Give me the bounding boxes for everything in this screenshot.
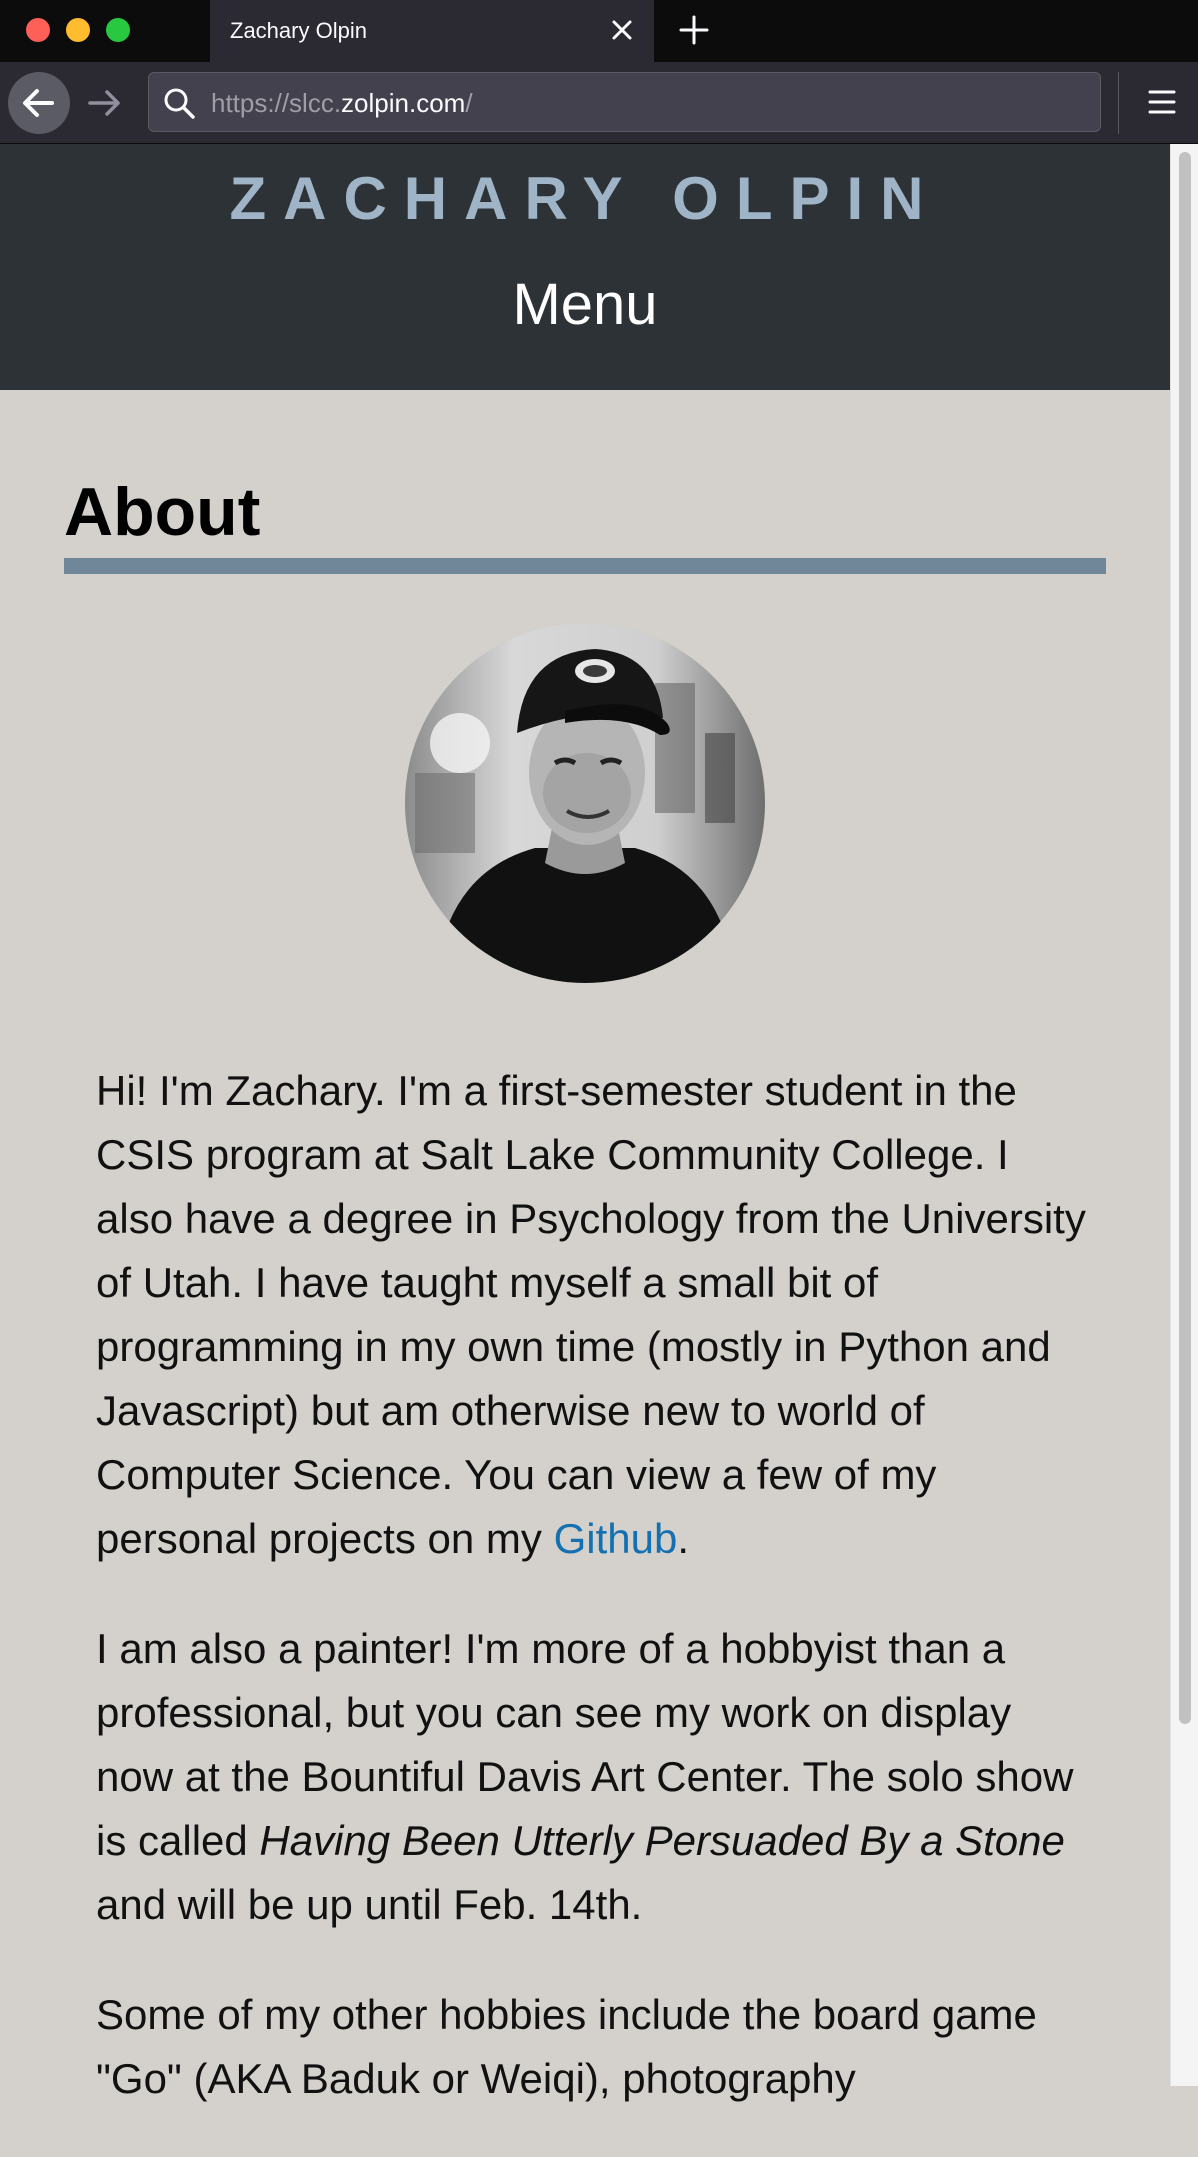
paragraph-text: Some of my other hobbies include the boa… — [96, 1991, 1037, 2102]
scrollbar-thumb[interactable] — [1179, 152, 1191, 1724]
site-title[interactable]: ZACHARY OLPIN — [0, 164, 1170, 234]
url-scheme: https://slcc. — [211, 88, 342, 118]
forward-arrow-icon[interactable] — [80, 72, 132, 134]
about-paragraph-1: Hi! I'm Zachary. I'm a first-semester st… — [96, 1059, 1092, 1571]
window-minimize-button[interactable] — [66, 18, 90, 42]
about-paragraph-3: Some of my other hobbies include the boa… — [96, 1983, 1092, 2111]
hamburger-menu-icon[interactable] — [1144, 82, 1180, 122]
site-header: ZACHARY OLPIN Menu — [0, 144, 1170, 390]
address-bar[interactable]: https://slcc.zolpin.com/ — [148, 72, 1101, 132]
profile-photo — [405, 623, 765, 983]
window-close-button[interactable] — [26, 18, 50, 42]
page-scrollbar[interactable] — [1170, 144, 1198, 2086]
browser-tab-bar: Zachary Olpin — [0, 0, 1198, 62]
about-heading: About — [64, 474, 261, 550]
back-arrow-icon[interactable] — [8, 72, 70, 134]
url-domain: zolpin.com — [341, 88, 466, 118]
paragraph-text: Hi! I'm Zachary. I'm a first-semester st… — [96, 1067, 1086, 1562]
menu-button[interactable]: Menu — [0, 272, 1170, 338]
url-text[interactable]: https://slcc.zolpin.com/ — [211, 88, 473, 118]
about-paragraph-2: I am also a painter! I'm more of a hobby… — [96, 1617, 1092, 1937]
close-icon[interactable] — [606, 14, 638, 46]
url-path: / — [465, 88, 473, 118]
window-zoom-button[interactable] — [106, 18, 130, 42]
paragraph-end: . — [677, 1515, 689, 1562]
browser-toolbar: https://slcc.zolpin.com/ — [0, 62, 1198, 144]
tab-zachary-olpin[interactable]: Zachary Olpin — [210, 0, 654, 62]
show-title: Having Been Utterly Persuaded By a Stone — [259, 1817, 1065, 1864]
search-icon — [161, 85, 197, 121]
paragraph-end: and will be up until Feb. 14th. — [96, 1881, 643, 1928]
about-body: Hi! I'm Zachary. I'm a first-semester st… — [96, 1059, 1092, 2157]
tab-title: Zachary Olpin — [230, 18, 367, 43]
toolbar-divider — [1118, 72, 1119, 134]
heading-underline — [64, 558, 1106, 574]
new-tab-plus-icon[interactable] — [676, 12, 712, 48]
github-link[interactable]: Github — [554, 1515, 678, 1562]
